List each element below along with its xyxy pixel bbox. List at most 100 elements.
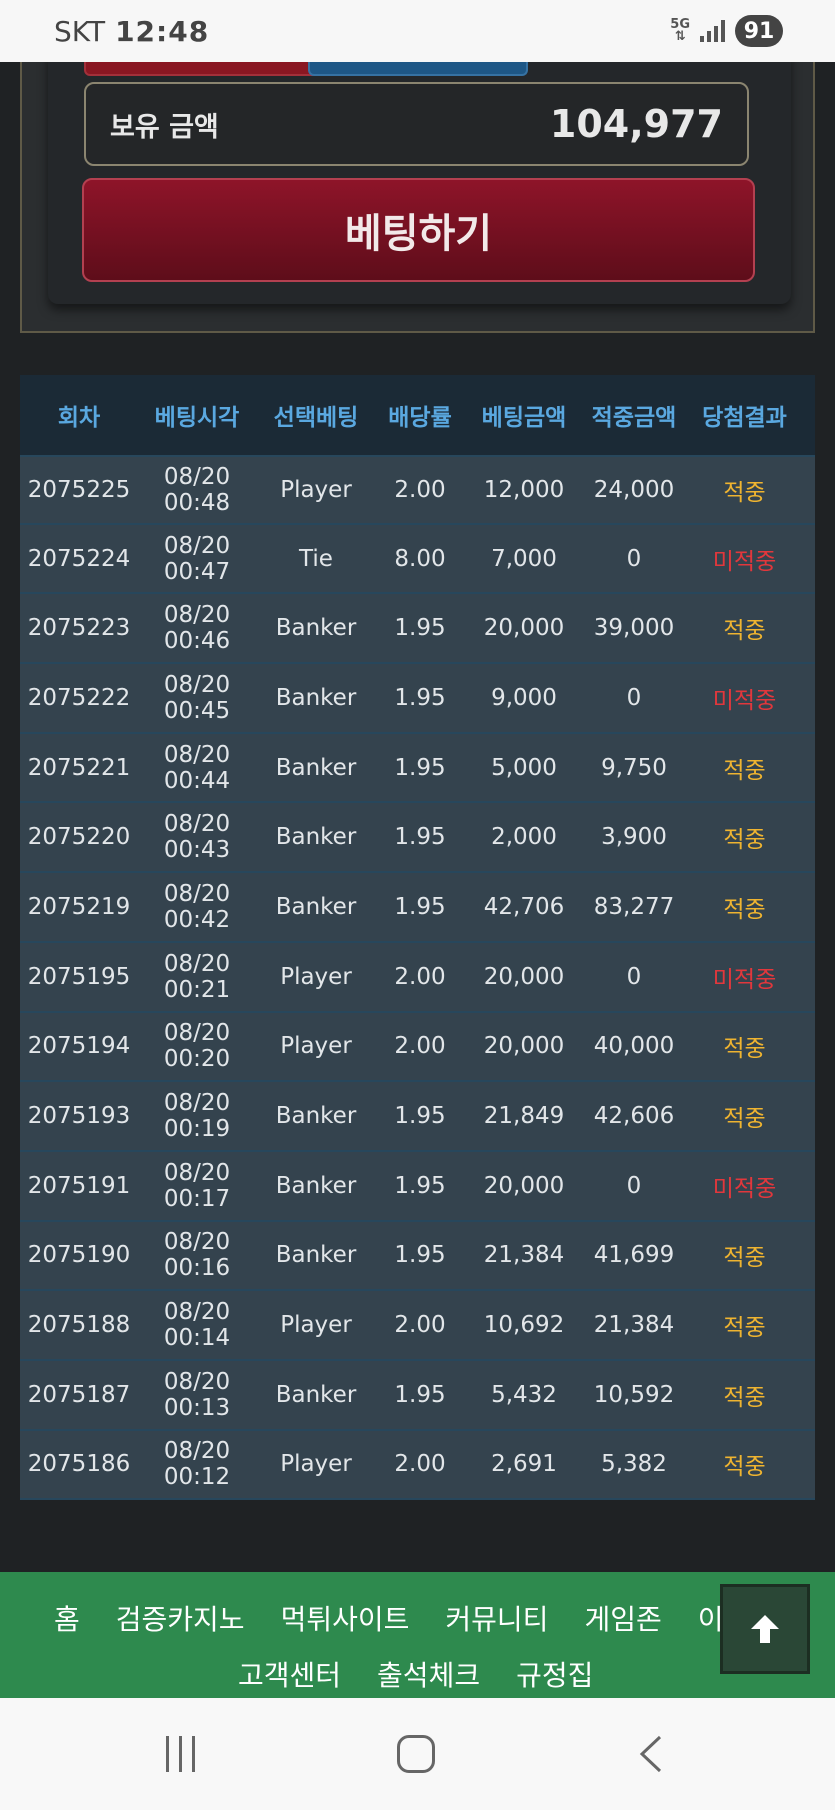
footer-nav-link[interactable]: 먹튀사이트: [281, 1598, 410, 1638]
cell-bet-time: 08/20 00:44: [163, 741, 231, 794]
cell-selection: Banker: [275, 1172, 357, 1199]
footer-nav-link[interactable]: 홈: [54, 1598, 80, 1638]
balance-label: 보유 금액: [110, 111, 219, 143]
cell-bet-amount: 2,691: [491, 1451, 557, 1478]
cell-odds: 2.00: [394, 1312, 446, 1339]
cell-bet-time: 08/20 00:42: [163, 880, 231, 933]
cell-selection: Banker: [275, 615, 357, 642]
cell-round: 2075222: [27, 684, 131, 711]
network-type-icon: 5G ⇅: [670, 17, 690, 44]
scroll-top-button[interactable]: [720, 1584, 810, 1674]
cell-result: 적중: [723, 1036, 766, 1063]
footer-nav: 홈검증카지노먹튀사이트커뮤니티게임존이벤트 고객센터출석체크규정집: [0, 1572, 835, 1698]
cell-odds: 1.95: [394, 1242, 446, 1269]
footer-nav-link[interactable]: 커뮤니티: [445, 1598, 548, 1638]
table-row: 2075195 08/20 00:21 Player 2.00 20,000 0 미적중: [20, 942, 815, 1013]
cell-round: 2075187: [27, 1381, 131, 1408]
cell-result: 적중: [723, 827, 766, 854]
cell-bet-amount: 5,432: [491, 1381, 557, 1408]
cell-win-amount: 83,277: [593, 893, 675, 920]
cell-odds: 2.00: [394, 1451, 446, 1478]
cell-odds: 1.95: [394, 615, 446, 642]
table-row: 2075193 08/20 00:19 Banker 1.95 21,849 42,606…: [20, 1082, 815, 1152]
cell-bet-time: 08/20 00:14: [163, 1299, 231, 1352]
cell-round: 2075194: [27, 1033, 131, 1060]
cell-bet-amount: 21,849: [483, 1103, 565, 1130]
footer-nav-link[interactable]: 규정집: [516, 1654, 593, 1694]
cell-result: 적중: [723, 1106, 766, 1133]
cell-result: 적중: [723, 1245, 766, 1272]
cell-bet-time: 08/20 00:47: [163, 532, 231, 585]
cell-odds: 2.00: [394, 963, 446, 990]
recent-apps-icon[interactable]: [166, 1736, 195, 1772]
cell-bet-amount: 20,000: [483, 1172, 565, 1199]
header-odds: 배당률: [388, 405, 452, 431]
footer-nav-link[interactable]: 검증카지노: [116, 1598, 245, 1638]
cell-round: 2075191: [27, 1172, 131, 1199]
header-bet-time: 베팅시각: [154, 405, 240, 431]
cell-win-amount: 10,592: [593, 1381, 675, 1408]
battery-icon: 91: [735, 15, 783, 47]
cell-result: 적중: [723, 1454, 766, 1481]
footer-nav-link[interactable]: 게임존: [584, 1598, 661, 1638]
cell-round: 2075221: [27, 754, 131, 781]
cell-win-amount: 24,000: [593, 476, 675, 503]
cell-result: 적중: [723, 1384, 766, 1411]
cell-result: 적중: [723, 618, 766, 645]
cell-bet-amount: 9,000: [491, 684, 557, 711]
home-icon[interactable]: [397, 1735, 435, 1773]
footer-nav-row-2: 고객센터 출석체크 규정집: [238, 1654, 593, 1694]
cell-selection: Player: [280, 1451, 352, 1478]
cell-bet-time: 08/20 00:21: [163, 950, 231, 1003]
cell-selection: Player: [280, 963, 352, 990]
cell-odds: 1.95: [394, 893, 446, 920]
cell-bet-amount: 42,706: [483, 893, 565, 920]
cell-bet-amount: 7,000: [491, 545, 557, 572]
cell-odds: 1.95: [394, 1381, 446, 1408]
table-header: 회차 베팅시각 선택베팅 배당률 베팅금액 적중금액 당첨결과: [20, 375, 815, 455]
back-icon[interactable]: [636, 1734, 666, 1774]
cell-selection: Banker: [275, 1381, 357, 1408]
cell-win-amount: 0: [626, 1172, 642, 1199]
table-body: 2075225 08/20 00:48 Player 2.00 12,000 24,000…: [20, 455, 815, 1501]
cell-win-amount: 40,000: [593, 1033, 675, 1060]
cell-bet-time: 08/20 00:17: [163, 1159, 231, 1212]
cell-bet-amount: 5,000: [491, 754, 557, 781]
cell-bet-amount: 20,000: [483, 963, 565, 990]
cell-bet-time: 08/20 00:13: [163, 1368, 231, 1421]
system-nav-bar: [0, 1698, 835, 1810]
header-win-amount: 적중금액: [591, 405, 677, 431]
cell-selection: Banker: [275, 684, 357, 711]
cell-win-amount: 9,750: [601, 754, 667, 781]
cell-bet-amount: 20,000: [483, 615, 565, 642]
footer-nav-row-1: 홈검증카지노먹튀사이트커뮤니티게임존이벤트: [54, 1598, 775, 1638]
footer-nav-link[interactable]: 출석체크: [377, 1654, 480, 1694]
cell-selection: Player: [280, 476, 352, 503]
cell-bet-time: 08/20 00:43: [163, 811, 231, 864]
table-row: 2075191 08/20 00:17 Banker 1.95 20,000 0 미적중: [20, 1151, 815, 1222]
table-row: 2075187 08/20 00:13 Banker 1.95 5,432 10,592 적…: [20, 1360, 815, 1431]
cell-odds: 1.95: [394, 1103, 446, 1130]
cell-result: 적중: [723, 896, 766, 923]
table-row: 2075220 08/20 00:43 Banker 1.95 2,000 3,900 적중: [20, 803, 815, 874]
cell-bet-time: 08/20 00:12: [163, 1438, 231, 1491]
cell-odds: 2.00: [394, 1033, 446, 1060]
table-row: 2075194 08/20 00:20 Player 2.00 20,000 40,000…: [20, 1012, 815, 1083]
balance-box: 보유 금액 104,977: [84, 82, 749, 166]
cell-bet-amount: 12,000: [483, 476, 565, 503]
cell-bet-amount: 10,692: [483, 1312, 565, 1339]
cell-win-amount: 0: [626, 963, 642, 990]
bet-history-table: 회차 베팅시각 선택베팅 배당률 베팅금액 적중금액 당첨결과 2075225 0…: [20, 375, 815, 1501]
arrow-up-icon: [751, 1615, 779, 1643]
table-row: 2075223 08/20 00:46 Banker 1.95 20,000 39,000…: [20, 594, 815, 665]
place-bet-button[interactable]: 베팅하기: [82, 178, 755, 282]
cell-round: 2075188: [27, 1312, 131, 1339]
cell-selection: Banker: [275, 1242, 357, 1269]
signal-icon: [700, 20, 725, 42]
cell-round: 2075219: [27, 893, 131, 920]
table-row: 2075186 08/20 00:12 Player 2.00 2,691 5,382 적중: [20, 1430, 815, 1501]
table-row: 2075224 08/20 00:47 Tie 8.00 7,000 0 미적중: [20, 524, 815, 595]
cell-round: 2075225: [27, 476, 131, 503]
footer-nav-link[interactable]: 고객센터: [238, 1654, 341, 1694]
cell-win-amount: 42,606: [593, 1103, 675, 1130]
